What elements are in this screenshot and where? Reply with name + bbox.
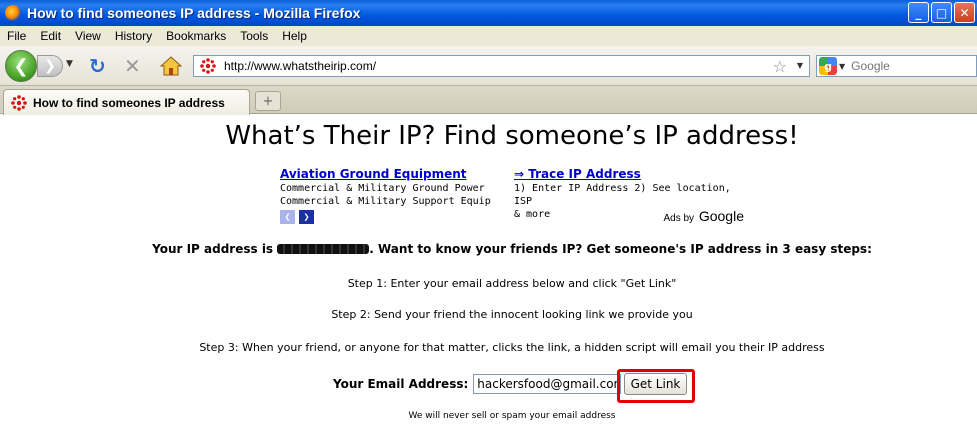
ad-trace-ip-line-1: 1) Enter IP Address 2) See location, ISP [514,183,731,207]
ip-address-line: Your IP address is . Want to know your f… [0,242,977,256]
back-arrow-icon: ❮ [13,55,29,77]
search-bar[interactable]: g ▼ [816,55,977,77]
ip-prefix: Your IP address is [152,242,274,256]
menu-edit[interactable]: Edit [33,29,68,43]
window-controls: _ □ ✕ [908,2,975,23]
privacy-note: We will never sell or spam your email ad… [408,411,616,421]
back-button[interactable]: ❮ [5,50,37,82]
new-tab-button[interactable]: + [255,91,281,111]
url-bar[interactable]: http://www.whatstheirip.com/ ☆ ▼ [193,55,810,77]
home-icon[interactable] [160,56,182,76]
minimize-button[interactable]: _ [908,2,929,23]
firefox-icon [5,5,21,21]
ad-prev-arrow-icon[interactable]: ❮ [280,210,295,224]
site-favicon-icon [200,58,216,74]
menu-tools[interactable]: Tools [233,29,275,43]
forward-arrow-icon: ❯ [44,58,56,74]
window-title: How to find someones IP address - Mozill… [27,5,361,21]
reload-icon[interactable]: ↻ [89,54,106,78]
plus-icon: + [262,93,274,109]
page-headline: What’s Their IP? Find someone’s IP addre… [225,121,799,151]
get-link-button[interactable]: Get Link [624,373,687,395]
email-form: Your Email Address: [333,373,622,395]
menu-help[interactable]: Help [275,29,314,43]
stop-icon[interactable]: ✕ [124,54,141,78]
ad-navigation: ❮ ❯ [280,210,314,224]
maximize-button[interactable]: □ [931,2,952,23]
menu-view[interactable]: View [68,29,108,43]
ad-next-arrow-icon[interactable]: ❯ [299,210,314,224]
ad-trace-ip-link[interactable]: ⇒ Trace IP Address [514,167,750,181]
step-1-text: Step 1: Enter your email address below a… [347,277,677,290]
email-field[interactable] [473,374,622,394]
ad-aviation: Aviation Ground Equipment Commercial & M… [280,167,491,208]
bookmark-star-icon[interactable]: ☆ [773,57,787,76]
page-content: What’s Their IP? Find someone’s IP addre… [0,115,977,444]
step-3-text: Step 3: When your friend, or anyone for … [199,341,825,354]
google-logo: Google [698,208,744,224]
ads-by-label: Ads by [663,213,695,224]
ads-block: Aviation Ground Equipment Commercial & M… [280,167,750,233]
menu-file[interactable]: File [0,29,33,43]
ip-suffix: . Want to know your friends IP? Get some… [369,242,872,256]
forward-button[interactable]: ❯ [37,55,63,77]
email-label: Your Email Address: [333,377,469,391]
close-button[interactable]: ✕ [954,2,975,23]
url-dropdown-icon[interactable]: ▼ [797,61,803,70]
menu-bookmarks[interactable]: Bookmarks [159,29,233,43]
ad-aviation-line-2: Commercial & Military Support Equip [280,196,491,207]
menu-history[interactable]: History [108,29,159,43]
window-titlebar: How to find someones IP address - Mozill… [0,0,977,26]
tab-active[interactable]: How to find someones IP address [3,89,250,115]
menu-bar: File Edit View History Bookmarks Tools H… [0,26,977,46]
ads-by-google[interactable]: Ads by Google [663,208,744,224]
redacted-ip [277,244,370,254]
tab-bar: How to find someones IP address + [0,86,977,115]
navigation-toolbar: ❮ ❯ ▼ ↻ ✕ http://www.whatstheirip.com/ ☆… [0,46,977,86]
google-search-engine-icon[interactable]: g [819,57,837,75]
step-2-text: Step 2: Send your friend the innocent lo… [331,308,693,321]
search-engine-dropdown-icon[interactable]: ▼ [839,62,845,71]
ad-aviation-line-1: Commercial & Military Ground Power [280,183,485,194]
ad-aviation-link[interactable]: Aviation Ground Equipment [280,167,491,181]
tab-title: How to find someones IP address [33,95,225,110]
search-input[interactable] [851,59,962,73]
url-text[interactable]: http://www.whatstheirip.com/ [224,59,376,73]
tab-favicon-icon [11,94,27,111]
history-dropdown-icon[interactable]: ▼ [66,59,73,69]
